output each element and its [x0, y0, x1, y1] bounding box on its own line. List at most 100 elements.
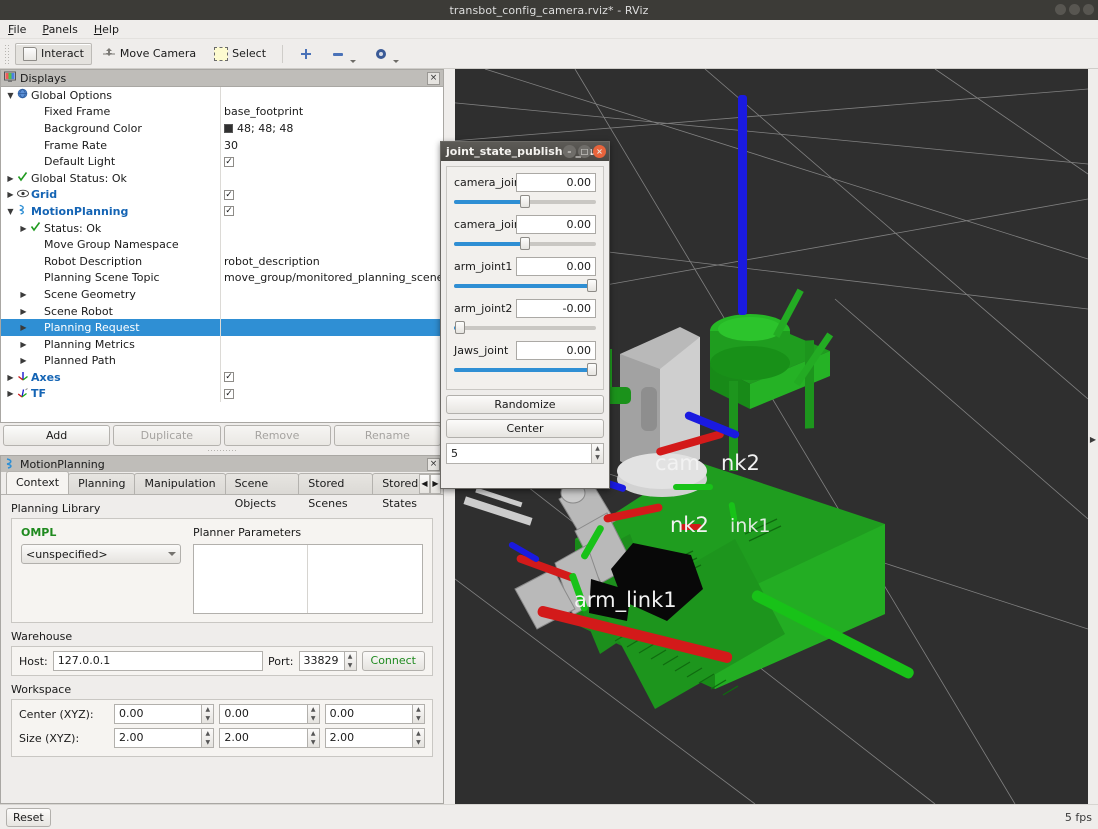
size-x-stepper[interactable]: 2.00 ▲▼ [114, 728, 214, 748]
stepper-down-icon[interactable]: ▼ [592, 454, 603, 464]
display-tree-row-value[interactable]: robot_description [220, 253, 443, 270]
stepper-up-icon[interactable]: ▲ [592, 444, 603, 454]
slider-handle[interactable] [455, 321, 465, 334]
stepper-up-icon[interactable]: ▲ [413, 729, 424, 738]
maximize-button[interactable] [1069, 4, 1080, 15]
joint-slider[interactable] [454, 363, 596, 376]
rename-display-button[interactable]: Rename [334, 425, 441, 446]
chevron-right-icon[interactable] [18, 356, 29, 365]
stepper-down-icon[interactable]: ▼ [202, 738, 213, 747]
display-tree-row[interactable]: Move Group Namespace [1, 236, 443, 253]
port-stepper-buttons[interactable]: ▲▼ [344, 651, 357, 671]
center-y-stepper[interactable]: 0.00 ▲▼ [219, 704, 319, 724]
chevron-right-icon[interactable] [5, 190, 16, 199]
center-x-stepper-buttons[interactable]: ▲▼ [201, 704, 214, 724]
joint-slider[interactable] [454, 321, 596, 334]
joint-value-input[interactable]: 0.00 [516, 257, 596, 276]
display-tree-row-value[interactable] [220, 336, 443, 353]
tab-stored-scenes[interactable]: Stored Scenes [298, 473, 373, 494]
display-tree-row-value[interactable]: ✓ [220, 203, 443, 220]
size-y-input[interactable]: 2.00 [219, 728, 306, 748]
toolbar-drag-handle[interactable] [4, 44, 10, 64]
display-tree-row-value[interactable]: ✓ [220, 369, 443, 386]
size-z-stepper[interactable]: 2.00 ▲▼ [325, 728, 425, 748]
joint-value-input[interactable]: -0.00 [516, 299, 596, 318]
display-tree-row-value[interactable]: ✓ [220, 153, 443, 170]
display-tree-row-value[interactable] [220, 220, 443, 237]
add-display-button[interactable]: Add [3, 425, 110, 446]
stepper-down-icon[interactable]: ▼ [308, 714, 319, 723]
chevron-down-icon[interactable] [393, 60, 399, 63]
display-tree-row-value[interactable] [220, 303, 443, 320]
size-z-stepper-buttons[interactable]: ▲▼ [412, 728, 425, 748]
joint-state-publisher-dialog[interactable]: joint_state_publisher_gui – □ × camera_j… [440, 141, 610, 489]
stepper-up-icon[interactable]: ▲ [345, 652, 356, 661]
chevron-right-icon[interactable] [5, 174, 16, 183]
center-x-stepper[interactable]: 0.00 ▲▼ [114, 704, 214, 724]
center-y-input[interactable]: 0.00 [219, 704, 306, 724]
port-stepper[interactable]: 33829 ▲▼ [299, 651, 357, 671]
center-x-input[interactable]: 0.00 [114, 704, 201, 724]
tab-scroll-left-button[interactable]: ◀ [419, 474, 430, 494]
display-enabled-checkbox[interactable]: ✓ [224, 389, 234, 399]
display-tree-row-value[interactable]: ✓ [220, 386, 443, 403]
chevron-down-icon[interactable] [5, 91, 16, 100]
stepper-up-icon[interactable]: ▲ [202, 729, 213, 738]
joint-value-input[interactable]: 0.00 [516, 215, 596, 234]
joint-state-publisher-titlebar[interactable]: joint_state_publisher_gui – □ × [441, 142, 609, 161]
tab-planning[interactable]: Planning [68, 473, 135, 494]
display-tree-row-value[interactable] [220, 353, 443, 370]
stepper-up-icon[interactable]: ▲ [413, 705, 424, 714]
connect-button[interactable]: Connect [362, 651, 425, 671]
center-button[interactable]: Center [446, 419, 604, 438]
dock-splitter-handle[interactable] [0, 448, 444, 454]
randomize-button[interactable]: Randomize [446, 395, 604, 414]
display-tree-row[interactable]: Grid✓ [1, 187, 443, 204]
display-tree-row-value[interactable] [220, 170, 443, 187]
display-tree-row[interactable]: TF✓ [1, 386, 443, 403]
right-panel-collapse-arrow[interactable]: ▶ [1088, 419, 1098, 459]
display-tree-row[interactable]: Global Options [1, 87, 443, 104]
display-tree-row[interactable]: Status: Ok [1, 220, 443, 237]
display-tree-row[interactable]: MotionPlanning✓ [1, 203, 443, 220]
display-tree-row[interactable]: Scene Robot [1, 303, 443, 320]
chevron-right-icon[interactable] [5, 373, 16, 382]
planner-parameters-table[interactable] [193, 544, 423, 614]
size-x-input[interactable]: 2.00 [114, 728, 201, 748]
chevron-right-icon[interactable] [18, 340, 29, 349]
tab-manipulation[interactable]: Manipulation [134, 473, 225, 494]
display-enabled-checkbox[interactable]: ✓ [224, 190, 234, 200]
display-tree-row[interactable]: Fixed Framebase_footprint [1, 104, 443, 121]
display-tree-row[interactable]: Frame Rate30 [1, 137, 443, 154]
display-tree-row-value[interactable] [220, 286, 443, 303]
chevron-down-icon[interactable] [5, 207, 16, 216]
stepper-down-icon[interactable]: ▼ [308, 738, 319, 747]
joint-count-input[interactable]: 5 [446, 443, 591, 464]
center-z-stepper-buttons[interactable]: ▲▼ [412, 704, 425, 724]
chevron-right-icon[interactable] [18, 307, 29, 316]
size-y-stepper-buttons[interactable]: ▲▼ [307, 728, 320, 748]
stepper-up-icon[interactable]: ▲ [202, 705, 213, 714]
publish-point-tool-button[interactable] [366, 43, 407, 65]
menu-help[interactable]: Help [94, 23, 119, 36]
size-z-input[interactable]: 2.00 [325, 728, 412, 748]
slider-handle[interactable] [587, 279, 597, 292]
reset-button[interactable]: Reset [6, 808, 51, 827]
chevron-right-icon[interactable] [5, 389, 16, 398]
focus-camera-tool-button[interactable] [291, 43, 321, 65]
display-tree-row[interactable]: Robot Descriptionrobot_description [1, 253, 443, 270]
display-tree-row[interactable]: Axes✓ [1, 369, 443, 386]
joint-count-stepper-buttons[interactable]: ▲▼ [591, 443, 604, 464]
joint-value-input[interactable]: 0.00 [516, 341, 596, 360]
joint-count-stepper[interactable]: 5 ▲▼ [446, 443, 604, 464]
center-z-input[interactable]: 0.00 [325, 704, 412, 724]
stepper-up-icon[interactable]: ▲ [308, 705, 319, 714]
stepper-up-icon[interactable]: ▲ [308, 729, 319, 738]
display-tree-row-value[interactable] [220, 319, 443, 336]
chevron-right-icon[interactable] [18, 290, 29, 299]
menu-panels[interactable]: Panels [42, 23, 77, 36]
move-camera-tool-button[interactable]: Move Camera [94, 43, 204, 65]
joint-slider[interactable] [454, 195, 596, 208]
display-tree-row[interactable]: Scene Geometry [1, 286, 443, 303]
chevron-down-icon[interactable] [350, 60, 356, 63]
